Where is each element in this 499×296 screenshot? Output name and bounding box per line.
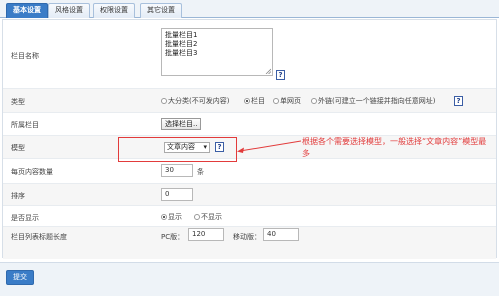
row-parent: 所属栏目 选择栏目.. [3,113,496,136]
row-per-page: 每页内容数量 30 条 [3,159,496,184]
visible-option-show[interactable]: 显示 [161,212,182,222]
form-footer [0,262,499,296]
visible-option-label: 不显示 [201,213,222,221]
tab-bar: 基本设置 风格设置 权限设置 其它设置 [0,0,499,18]
type-option-single-page[interactable]: 单网页 [273,96,301,106]
order-label: 排序 [11,192,25,200]
annotation-highlight-box [118,137,237,162]
per-page-unit: 条 [197,168,204,176]
per-page-label: 每页内容数量 [11,168,53,176]
row-title-length: 栏目列表标题长度 PC版： 120 移动版： 40 [3,227,496,259]
order-input[interactable]: 0 [161,188,193,201]
pc-label: PC版： [161,233,185,241]
type-option-label: 单网页 [280,97,301,105]
tab-style[interactable]: 风格设置 [48,3,90,18]
type-option-label: 外链(可建立一个链接并指向任意网址) [318,97,436,105]
type-option-label: 栏目 [251,97,265,105]
type-option-label: 大分类(不可发内容) [168,97,230,105]
column-name-line: 批量栏目1 [165,31,198,39]
mobile-label: 移动版： [233,233,261,241]
mobile-length-input[interactable]: 40 [263,228,299,241]
row-visible: 是否显示 显示 不显示 [3,206,496,227]
select-column-button[interactable]: 选择栏目.. [161,118,202,130]
tab-basic[interactable]: 基本设置 [6,3,48,18]
visible-option-label: 显示 [168,213,182,221]
visible-label: 是否显示 [11,214,39,222]
help-icon[interactable]: ? [454,96,463,106]
column-name-textarea[interactable]: 批量栏目1 批量栏目2 批量栏目3 [161,28,273,76]
tab-other[interactable]: 其它设置 [140,3,182,18]
help-icon[interactable]: ? [276,70,285,80]
radio-icon [273,98,279,104]
row-type: 类型 大分类(不可发内容) 栏目 单网页 外链(可建立一个链接并指向任意网址) … [3,89,496,113]
column-name-line: 批量栏目3 [165,49,198,57]
annotation-text: 根据各个需要选择模型，一般选择“文章内容”模型最多 [302,137,487,158]
radio-icon [194,214,200,220]
model-label: 模型 [11,144,25,152]
type-option-external-link[interactable]: 外链(可建立一个链接并指向任意网址) [311,96,435,106]
row-order: 排序 0 [3,184,496,206]
per-page-input[interactable]: 30 [161,164,193,177]
type-option-column[interactable]: 栏目 [244,96,265,106]
column-name-label: 栏目名称 [11,52,39,60]
radio-selected-icon [244,98,250,104]
row-column-name: 栏目名称 批量栏目1 批量栏目2 批量栏目3 ? [3,20,496,89]
visible-option-hide[interactable]: 不显示 [194,212,222,222]
type-label: 类型 [11,98,25,106]
submit-button[interactable]: 提交 [6,270,34,285]
type-option-category[interactable]: 大分类(不可发内容) [161,96,229,106]
radio-icon [311,98,317,104]
parent-label: 所属栏目 [11,121,39,129]
column-name-line: 批量栏目2 [165,40,198,48]
radio-selected-icon [161,214,167,220]
tab-permissions[interactable]: 权限设置 [93,3,135,18]
radio-icon [161,98,167,104]
resize-grip-icon[interactable] [265,68,271,74]
pc-length-input[interactable]: 120 [188,228,224,241]
annotation-arrow-icon [237,140,302,153]
title-length-label: 栏目列表标题长度 [11,233,67,241]
